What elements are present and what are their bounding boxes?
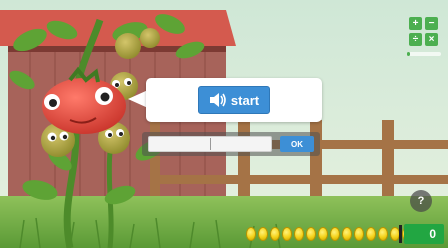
garden-scene xyxy=(0,0,448,248)
coin-icon xyxy=(270,227,280,241)
coin-icon xyxy=(294,227,304,241)
score-divider xyxy=(399,225,402,243)
coin-row xyxy=(246,227,424,241)
divide-icon[interactable]: ÷ xyxy=(409,33,422,46)
game-stage: start OK + − ÷ × ? 0 xyxy=(0,0,448,248)
start-button[interactable]: start xyxy=(198,86,270,114)
help-button[interactable]: ? xyxy=(410,190,432,212)
coin-icon xyxy=(378,227,388,241)
coin-icon xyxy=(342,227,352,241)
plus-icon[interactable]: + xyxy=(409,17,422,30)
speech-bubble-tail xyxy=(128,90,148,108)
speaker-icon xyxy=(209,93,226,107)
level-progress-fill xyxy=(407,52,410,56)
start-label: start xyxy=(230,92,260,108)
coin-icon xyxy=(282,227,292,241)
coin-icon xyxy=(246,227,256,241)
score-counter: 0 xyxy=(404,224,444,244)
coin-icon xyxy=(258,227,268,241)
coin-icon xyxy=(330,227,340,241)
coin-icon xyxy=(354,227,364,241)
times-icon[interactable]: × xyxy=(425,33,438,46)
coin-icon xyxy=(306,227,316,241)
ok-button[interactable]: OK xyxy=(280,136,314,152)
coin-icon xyxy=(366,227,376,241)
level-progress-bar xyxy=(407,52,441,56)
coin-icon xyxy=(318,227,328,241)
minus-icon[interactable]: − xyxy=(425,17,438,30)
operations-toolbar: + − ÷ × xyxy=(409,17,439,47)
input-divider xyxy=(210,138,211,150)
